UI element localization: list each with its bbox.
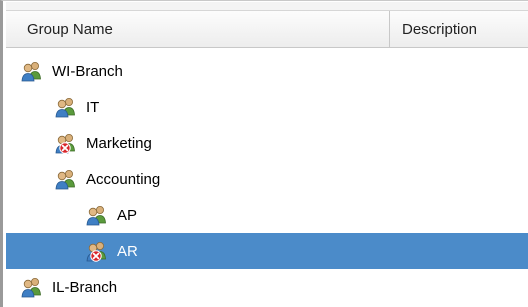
group-disabled-icon bbox=[85, 240, 107, 262]
tree-row-wi-branch[interactable]: WI-Branch bbox=[6, 53, 528, 89]
tree-row-label: IT bbox=[86, 98, 100, 116]
group-disabled-icon bbox=[54, 132, 76, 154]
groups-tree-panel: Group Name Description WI-Branch IT Mark… bbox=[0, 0, 528, 307]
tree-row-ar[interactable]: AR bbox=[6, 233, 528, 269]
header-spacer bbox=[6, 2, 528, 10]
tree-row-label: AP bbox=[117, 206, 138, 224]
tree-row-label: WI-Branch bbox=[52, 62, 123, 80]
tree-row-accounting[interactable]: Accounting bbox=[6, 161, 528, 197]
group-icon bbox=[85, 204, 107, 226]
group-icon bbox=[54, 96, 76, 118]
tree-row-it[interactable]: IT bbox=[6, 89, 528, 125]
group-icon bbox=[20, 60, 42, 82]
column-header-group-name[interactable]: Group Name bbox=[6, 11, 390, 48]
column-header-bar: Group Name Description bbox=[6, 10, 528, 48]
tree-row-label: AR bbox=[117, 242, 138, 260]
tree-row-label: Accounting bbox=[86, 170, 161, 188]
column-header-description[interactable]: Description bbox=[390, 11, 528, 48]
tree-row-label: Marketing bbox=[86, 134, 152, 152]
tree-row-marketing[interactable]: Marketing bbox=[6, 125, 528, 161]
group-icon bbox=[20, 276, 42, 298]
group-icon bbox=[54, 168, 76, 190]
group-tree: WI-Branch IT Marketing Accounting AP AR … bbox=[6, 53, 528, 305]
tree-row-label: IL-Branch bbox=[52, 278, 118, 296]
tree-row-ap[interactable]: AP bbox=[6, 197, 528, 233]
tree-row-il-branch[interactable]: IL-Branch bbox=[6, 269, 528, 305]
